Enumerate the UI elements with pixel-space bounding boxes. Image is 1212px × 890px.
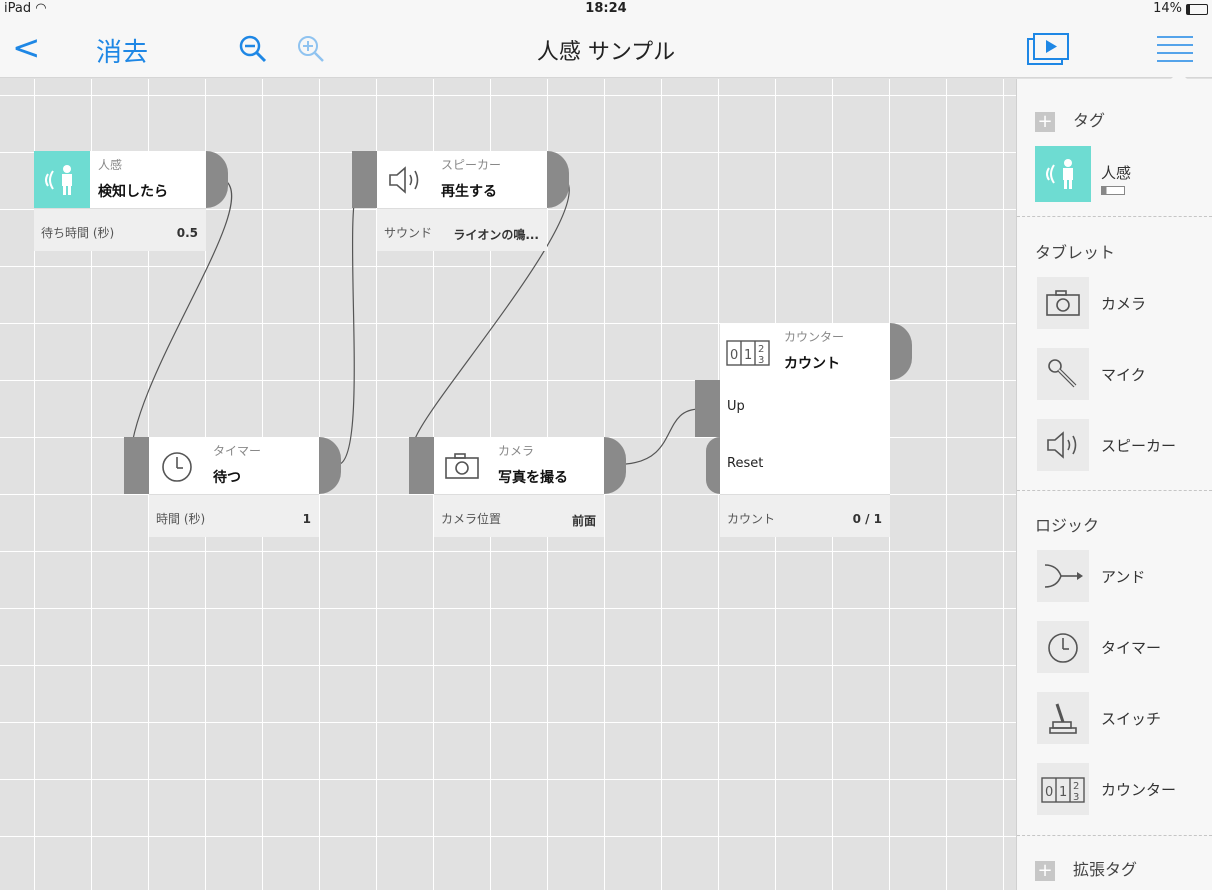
logic-header: ロジック xyxy=(1035,516,1100,535)
counter-reset-port[interactable] xyxy=(695,437,720,494)
timer-icon xyxy=(1037,621,1089,673)
block-type: カメラ xyxy=(498,444,535,458)
timer-block[interactable]: タイマー 待つ 時間 (秒) 1 xyxy=(149,437,319,537)
menu-icon[interactable] xyxy=(1156,34,1194,64)
svg-text:1: 1 xyxy=(1059,785,1067,800)
counter-up-port[interactable] xyxy=(695,380,720,437)
counter-icon: 0 1 2 3 xyxy=(1037,763,1089,815)
timer-input-port[interactable] xyxy=(124,437,149,494)
palette-item-camera[interactable]: カメラ xyxy=(1037,277,1207,333)
and-icon xyxy=(1037,550,1089,602)
param-value[interactable]: 0.5 xyxy=(177,226,198,240)
battery-level-icon xyxy=(1101,186,1125,195)
camera-icon xyxy=(1037,277,1089,329)
palette-item-label: タイマー xyxy=(1101,639,1162,657)
palette-item-motion-sensor[interactable]: 人感 xyxy=(1035,146,1205,202)
speaker-block[interactable]: スピーカー 再生する サウンド ライオンの鳴... xyxy=(377,151,547,251)
camera-block[interactable]: カメラ 写真を撮る カメラ位置 前面 xyxy=(434,437,604,537)
palette-item-timer[interactable]: タイマー xyxy=(1037,621,1207,677)
wire-timer-to-speaker xyxy=(339,180,361,465)
param-label: カメラ位置 xyxy=(441,512,502,526)
palette-item-speaker[interactable]: スピーカー xyxy=(1037,419,1207,475)
timer-icon xyxy=(149,437,205,494)
block-type: カウンター xyxy=(784,330,845,344)
speaker-icon xyxy=(1037,419,1089,471)
svg-text:1: 1 xyxy=(744,348,752,363)
counter-icon: 0 1 2 3 xyxy=(720,323,776,380)
speaker-icon xyxy=(377,151,433,208)
param-value[interactable]: ライオンの鳴... xyxy=(453,226,539,243)
svg-text:3: 3 xyxy=(1073,792,1079,803)
counter-block[interactable]: 0 1 2 3 カウンター カウント Up Reset カウント 0 / 1 xyxy=(720,323,890,537)
palette-item-label: アンド xyxy=(1101,568,1146,586)
motion-sensor-icon xyxy=(1035,146,1091,202)
input-up-label: Up xyxy=(727,399,745,414)
tags-header: + タグ xyxy=(1035,107,1105,132)
param-label: 待ち時間 (秒) xyxy=(41,226,115,240)
add-extension-tag-icon[interactable]: + xyxy=(1035,860,1055,881)
wire-camera-to-counter xyxy=(625,408,701,465)
speaker-input-port[interactable] xyxy=(352,151,377,208)
play-icon[interactable] xyxy=(1026,32,1072,66)
palette-item-label: スピーカー xyxy=(1101,437,1177,455)
component-palette: + タグ 人感 タブレット カメラ マイク スピーカー ロジック アンド タイマ… xyxy=(1016,71,1212,890)
block-type: タイマー xyxy=(213,444,262,458)
switch-icon xyxy=(1037,692,1089,744)
palette-item-label: 人感 xyxy=(1101,164,1132,182)
battery-icon xyxy=(1186,4,1208,15)
block-action: 待つ xyxy=(213,470,241,486)
program-canvas[interactable]: 人感 検知したら 待ち時間 (秒) 0.5 スピーカー 再生する サウンド ライ… xyxy=(0,79,1016,890)
tablet-header: タブレット xyxy=(1035,243,1116,262)
palette-item-microphone[interactable]: マイク xyxy=(1037,348,1207,404)
block-type: スピーカー xyxy=(441,158,502,172)
input-reset-label: Reset xyxy=(727,456,764,471)
block-action: 写真を撮る xyxy=(498,470,568,486)
camera-icon xyxy=(434,437,490,494)
param-label: カウント xyxy=(727,512,776,526)
param-label: サウンド xyxy=(384,226,433,240)
svg-text:0: 0 xyxy=(730,348,738,363)
palette-item-label: カウンター xyxy=(1101,781,1177,799)
add-tag-icon[interactable]: + xyxy=(1035,111,1055,132)
param-value[interactable]: 1 xyxy=(303,512,311,526)
param-label: 時間 (秒) xyxy=(156,512,206,526)
palette-item-switch[interactable]: スイッチ xyxy=(1037,692,1207,748)
block-action: 再生する xyxy=(441,184,497,200)
palette-item-counter[interactable]: 0 1 2 3 カウンター xyxy=(1037,763,1207,819)
motion-sensor-icon xyxy=(34,151,90,208)
palette-item-label: スイッチ xyxy=(1101,710,1162,728)
palette-item-and[interactable]: アンド xyxy=(1037,550,1207,606)
svg-text:0: 0 xyxy=(1045,785,1053,800)
palette-item-label: マイク xyxy=(1101,366,1146,384)
svg-text:2: 2 xyxy=(758,344,764,355)
battery-percent: 14% xyxy=(1153,1,1182,16)
palette-item-label: カメラ xyxy=(1101,295,1147,313)
block-type: 人感 xyxy=(98,158,123,172)
param-value[interactable]: 前面 xyxy=(572,512,596,529)
svg-text:3: 3 xyxy=(758,355,764,366)
nav-bar: < 消去 人感 サンプル xyxy=(0,20,1212,78)
block-action: 検知したら xyxy=(98,184,168,200)
svg-text:2: 2 xyxy=(1073,781,1079,792)
camera-input-port[interactable] xyxy=(409,437,434,494)
motion-sensor-block[interactable]: 人感 検知したら 待ち時間 (秒) 0.5 xyxy=(34,151,206,251)
microphone-icon xyxy=(1037,348,1089,400)
status-bar: iPad ◠ 18:24 14% xyxy=(0,0,1212,20)
status-time: 18:24 xyxy=(585,1,627,16)
block-action: カウント xyxy=(784,356,840,372)
extension-tags-header: + 拡張タグ xyxy=(1035,856,1137,881)
param-value[interactable]: 0 / 1 xyxy=(853,512,882,526)
